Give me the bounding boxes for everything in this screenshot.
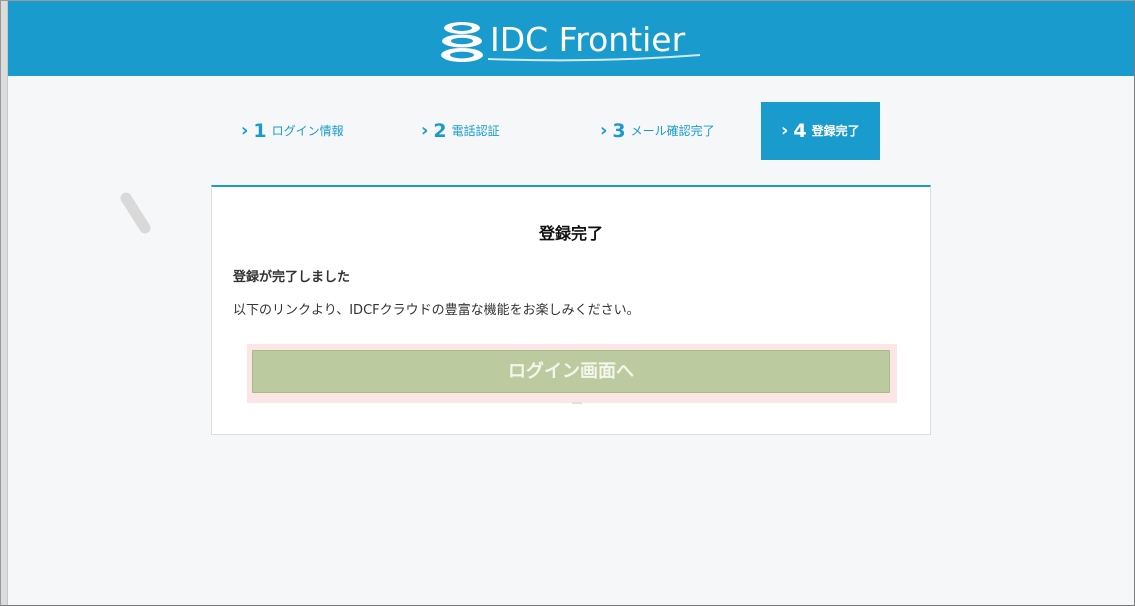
chevron-right-icon: ›	[421, 120, 429, 141]
window-left-edge	[0, 0, 8, 606]
decorative-stroke	[120, 192, 151, 234]
page-title: 登録完了	[538, 224, 603, 243]
completion-card: 登録完了 登録が完了しました 以下のリンクより、IDCFクラウドの豊富な機能をお…	[211, 185, 931, 435]
site-header: IDC Frontier	[0, 0, 1135, 76]
step-registration-complete: › 4 登録完了	[761, 102, 880, 160]
completion-message: 登録が完了しました	[233, 270, 351, 285]
chevron-right-icon: ›	[241, 120, 249, 141]
step-login-info: › 1 ログイン情報	[241, 102, 344, 160]
idcf-logo[interactable]: IDC Frontier	[440, 14, 710, 66]
step-number: 1	[253, 119, 267, 142]
idcf-disc-stack-icon	[441, 22, 483, 62]
chevron-right-icon: ›	[781, 120, 789, 141]
step-label: メール確認完了	[630, 124, 715, 138]
completion-description: 以下のリンクより、IDCFクラウドの豊富な機能をお楽しみください。	[233, 303, 640, 318]
registration-stepper: › 1 ログイン情報 › 2 電話認証 › 3 メール確認完了 › 4 登録完了	[211, 102, 931, 162]
step-label: 登録完了	[811, 124, 860, 138]
logo-swoosh-icon	[488, 54, 700, 62]
step-number: 3	[612, 119, 626, 142]
step-label: ログイン情報	[271, 124, 344, 138]
step-email-confirmed: › 3 メール確認完了	[600, 102, 715, 160]
button-shadow	[572, 402, 582, 404]
step-phone-auth: › 2 電話認証	[421, 102, 500, 160]
login-button-highlight: ログイン画面へ	[247, 344, 897, 404]
chevron-right-icon: ›	[600, 120, 608, 141]
login-screen-button[interactable]: ログイン画面へ	[252, 350, 890, 393]
step-number: 4	[793, 119, 807, 142]
step-label: 電話認証	[451, 124, 500, 138]
step-number: 2	[433, 119, 447, 142]
